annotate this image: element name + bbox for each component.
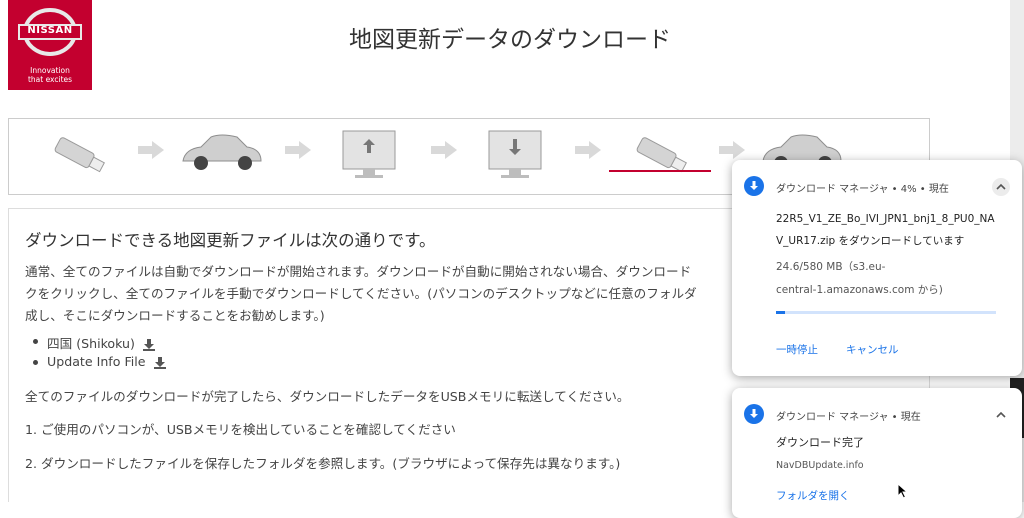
logo-text: NISSAN (27, 25, 73, 36)
instruction-step-1: 1. ご使用のパソコンが、USBメモリを検出していることを確認してください (25, 422, 456, 437)
open-folder-button[interactable]: フォルダを開く (776, 488, 850, 503)
list-bullet (33, 339, 38, 344)
download-size: 24.6/580 MB（s3.eu- (776, 261, 886, 273)
tagline-line-2: that excites (27, 75, 73, 84)
download-filename: NavDBUpdate.info (776, 460, 864, 471)
arrow-right-icon (285, 141, 311, 159)
arrow-right-icon (431, 141, 457, 159)
notification-header: ダウンロード マネージャ • 現在 (776, 412, 921, 423)
car-icon (182, 134, 262, 170)
download-source: central-1.amazonaws.com から) (776, 284, 943, 296)
nissan-logo[interactable]: NISSAN Innovation that excites (8, 0, 92, 90)
file-link-label[interactable]: Update Info File (47, 354, 146, 369)
arrow-right-icon (719, 141, 745, 159)
page-title: 地図更新データのダウンロード (349, 27, 671, 53)
filename-line-1: 22R5_V1_ZE_Bo_IVI_JPN1_bnj1_8_PU0_NA (776, 213, 995, 225)
after-download-text: 全てのファイルのダウンロードが完了したら、ダウンロードしたデータをUSBメモリに… (25, 389, 630, 404)
download-icon[interactable] (142, 338, 155, 351)
intro-text-line-1: 通常、全てのファイルは自動でダウンロードが開始されます。ダウンロードが自動に開始… (25, 264, 692, 279)
brand-tagline: Innovation that excites (8, 66, 92, 84)
usb-stick-icon (54, 137, 105, 173)
filename-line-2: V_UR17.zip をダウンロードしています (776, 235, 965, 247)
download-icon (744, 176, 764, 196)
progress-fill (776, 311, 785, 314)
download-icon (744, 404, 764, 424)
file-link-label[interactable]: 四国 (Shikoku) (47, 336, 135, 351)
download-manager-notification[interactable]: ダウンロード マネージャ • 4% • 現在 22R5_V1_ZE_Bo_IVI… (732, 160, 1022, 376)
cancel-button[interactable]: キャンセル (846, 342, 899, 357)
arrow-right-icon (575, 141, 601, 159)
download-complete-notification[interactable]: ダウンロード マネージャ • 現在 ダウンロード完了 NavDBUpdate.i… (732, 388, 1022, 518)
download-status: ダウンロード完了 (776, 436, 864, 449)
section-heading: ダウンロードできる地図更新ファイルは次の通りです。 (25, 231, 436, 250)
pause-button[interactable]: 一時停止 (776, 342, 818, 357)
download-size-info: 24.6/580 MB（s3.eu- central-1.amazonaws.c… (776, 256, 1006, 302)
download-filename: 22R5_V1_ZE_Bo_IVI_JPN1_bnj1_8_PU0_NA V_U… (776, 208, 1006, 252)
notification-header: ダウンロード マネージャ • 4% • 現在 (776, 184, 949, 195)
file-link-update-info[interactable]: Update Info File (33, 354, 166, 369)
pc-download-icon (488, 130, 542, 178)
collapse-chevron-icon[interactable] (992, 406, 1010, 424)
file-link-shikoku[interactable]: 四国 (Shikoku) (33, 333, 155, 352)
tagline-line-1: Innovation (30, 66, 70, 75)
download-icon[interactable] (153, 356, 166, 369)
download-progress-bar (776, 311, 996, 314)
arrow-right-icon (138, 141, 164, 159)
mouse-cursor-icon (897, 483, 909, 499)
collapse-chevron-icon[interactable] (992, 178, 1010, 196)
usb-stick-icon (636, 137, 687, 173)
active-step-indicator (609, 170, 711, 172)
pc-upload-icon (342, 130, 396, 178)
intro-text-line-3: 成し、そこにダウンロードすることをお勧めします。) (25, 308, 325, 323)
instruction-step-2: 2. ダウンロードしたファイルを保存したフォルダを参照します。(ブラウザによって… (25, 456, 621, 471)
intro-text-line-2: クをクリックし、全てのファイルを手動でダウンロードしてください。(パソコンのデス… (25, 286, 697, 301)
list-bullet (33, 360, 38, 365)
